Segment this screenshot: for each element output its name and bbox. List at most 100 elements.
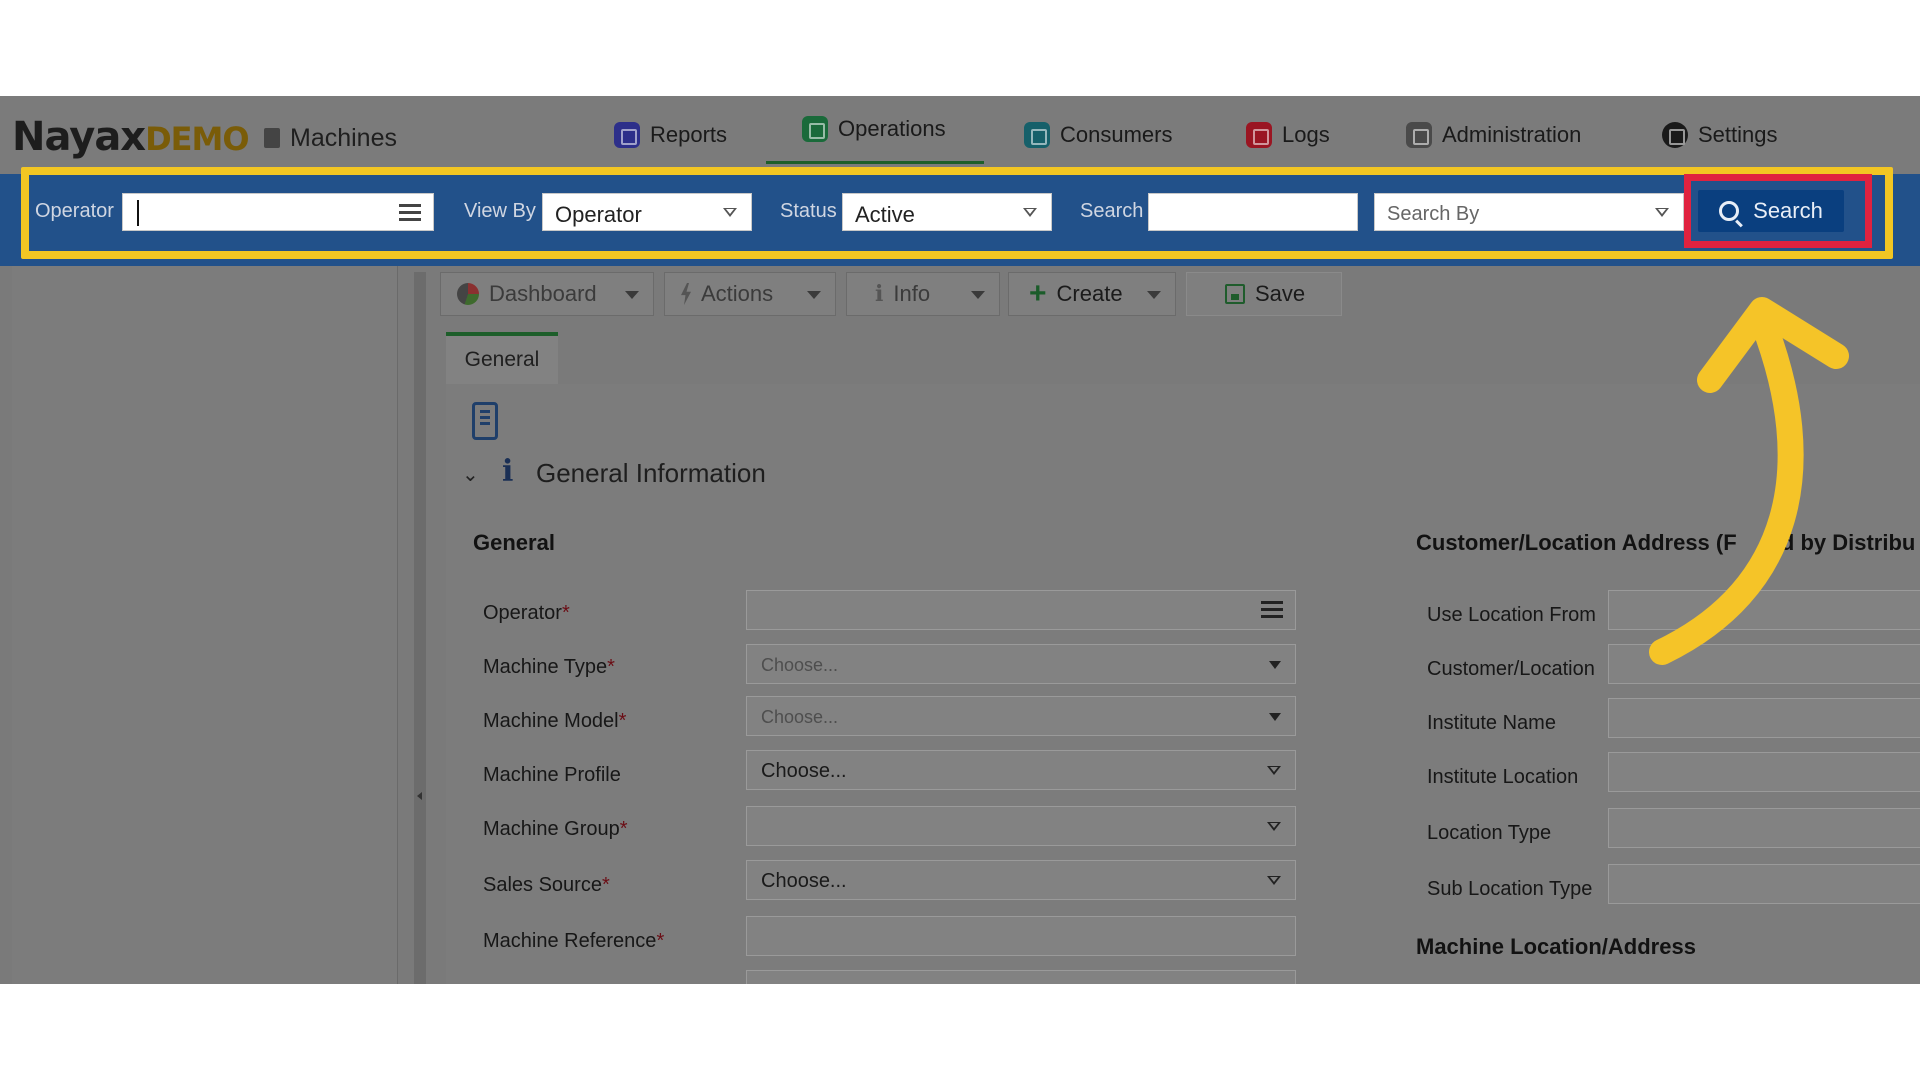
operations-icon [802,115,828,142]
search-by-select[interactable]: Search By [1374,193,1684,231]
text-cursor [137,200,139,226]
status-value: Active [855,202,915,227]
institute-name-field[interactable] [1608,698,1920,738]
lightning-icon [681,283,691,305]
machine-type-select[interactable]: Choose... [746,644,1296,684]
chevron-down-icon [1655,208,1669,217]
nav-operations-label: Operations [838,115,946,141]
top-header: NayaxDEMO Machines Reports Operations Co… [0,96,1920,174]
nav-administration[interactable]: Administration [1406,96,1581,174]
sub-location-type-field[interactable] [1608,864,1920,904]
nav-logs[interactable]: Logs [1246,96,1330,174]
plus-icon: + [1029,277,1047,310]
nav-consumers[interactable]: Consumers [1024,96,1172,174]
nayax-app-window: NayaxDEMO Machines Reports Operations Co… [0,96,1920,984]
nav-reports-label: Reports [650,122,728,147]
info-button[interactable]: i Info [846,272,1000,316]
chevron-down-icon [1267,876,1281,885]
chevron-down-icon [1269,661,1281,669]
status-label: Status [780,200,837,222]
machine-reference-label: Machine Reference* [483,930,665,952]
sales-source-label: Sales Source* [483,874,610,896]
machine-location-group-title: Machine Location/Address [1416,934,1696,959]
institute-location-label: Institute Location [1427,766,1579,788]
chevron-down-icon [1269,713,1281,721]
chevron-down-icon [1267,822,1281,831]
nav-logs-label: Logs [1282,122,1330,147]
operator-field[interactable] [746,590,1296,630]
list-icon[interactable] [399,204,421,222]
document-icon [472,402,498,440]
chevron-down-icon [1147,291,1161,299]
save-icon [1225,284,1245,304]
actions-button[interactable]: Actions [664,272,836,316]
nav-operations[interactable]: Operations [766,96,984,164]
sales-source-select[interactable]: Choose... [746,860,1296,900]
nav-settings-label: Settings [1698,122,1778,147]
tab-general-label: General [464,348,540,371]
operator-filter-label: Operator [35,200,114,222]
institute-location-field[interactable] [1608,752,1920,792]
machine-model-value: Choose... [761,707,839,727]
nayax-logo[interactable]: NayaxDEMO [12,114,250,160]
use-location-from-label: Use Location From [1427,604,1596,626]
settings-icon [1662,122,1688,148]
machine-group-label: Machine Group* [483,818,628,840]
chevron-down-icon [971,291,985,299]
viewby-label: View By [464,200,536,222]
search-input[interactable] [1148,193,1358,231]
info-icon: i [502,454,514,489]
chevron-down-icon [625,291,639,299]
reports-icon [614,122,640,148]
general-group-title: General [473,530,555,555]
panel-splitter[interactable] [414,272,426,984]
machine-model-label: Machine Model* [483,710,627,732]
use-location-from-field[interactable] [1608,590,1920,630]
administration-icon [1406,122,1432,148]
search-by-placeholder: Search By [1387,203,1480,225]
operator-filter-input[interactable] [122,193,434,231]
pie-chart-icon [457,283,479,305]
chevron-down-icon [1267,766,1281,775]
logo-main-text: Nayax [12,114,146,160]
dashboard-button[interactable]: Dashboard [440,272,654,316]
machine-icon [264,128,280,148]
location-type-field[interactable] [1608,808,1920,848]
left-tree-panel [12,266,398,984]
tab-general[interactable]: General [446,332,558,384]
save-button[interactable]: Save [1186,272,1342,316]
actions-label: Actions [701,281,774,306]
next-field-input[interactable] [746,970,1296,984]
location-type-label: Location Type [1427,822,1552,844]
chevron-down-icon[interactable]: ⌄ [462,462,479,487]
institute-name-label: Institute Name [1427,712,1556,734]
machine-type-value: Choose... [761,655,839,675]
create-button[interactable]: + Create [1008,272,1176,316]
module-title: Machines [264,124,397,153]
info-icon: i [875,281,884,307]
info-label: Info [893,281,931,306]
viewby-select[interactable]: Operator [542,193,752,231]
screenshot-stage: NayaxDEMO Machines Reports Operations Co… [0,0,1920,1080]
machine-group-select[interactable] [746,806,1296,846]
viewby-value: Operator [555,202,642,227]
nav-reports[interactable]: Reports [614,96,727,174]
operator-field-label: Operator* [483,602,570,624]
search-button-highlight [1684,174,1872,248]
chevron-down-icon [1023,208,1037,217]
nav-consumers-label: Consumers [1060,122,1173,147]
machine-profile-label: Machine Profile [483,764,621,786]
chevron-down-icon [807,291,821,299]
sub-location-type-label: Sub Location Type [1427,878,1593,900]
machine-reference-input[interactable] [746,916,1296,956]
chevron-down-icon [723,208,737,217]
machine-profile-select[interactable]: Choose... [746,750,1296,790]
collapse-arrow-icon[interactable] [417,792,422,800]
nav-settings[interactable]: Settings [1662,96,1778,174]
list-icon[interactable] [1261,601,1283,619]
machine-model-select[interactable]: Choose... [746,696,1296,736]
search-label: Search [1080,200,1144,222]
customer-location-field[interactable] [1608,644,1920,684]
address-group-title: Customer/Location Address (F ed by Distri… [1416,530,1916,555]
status-select[interactable]: Active [842,193,1052,231]
